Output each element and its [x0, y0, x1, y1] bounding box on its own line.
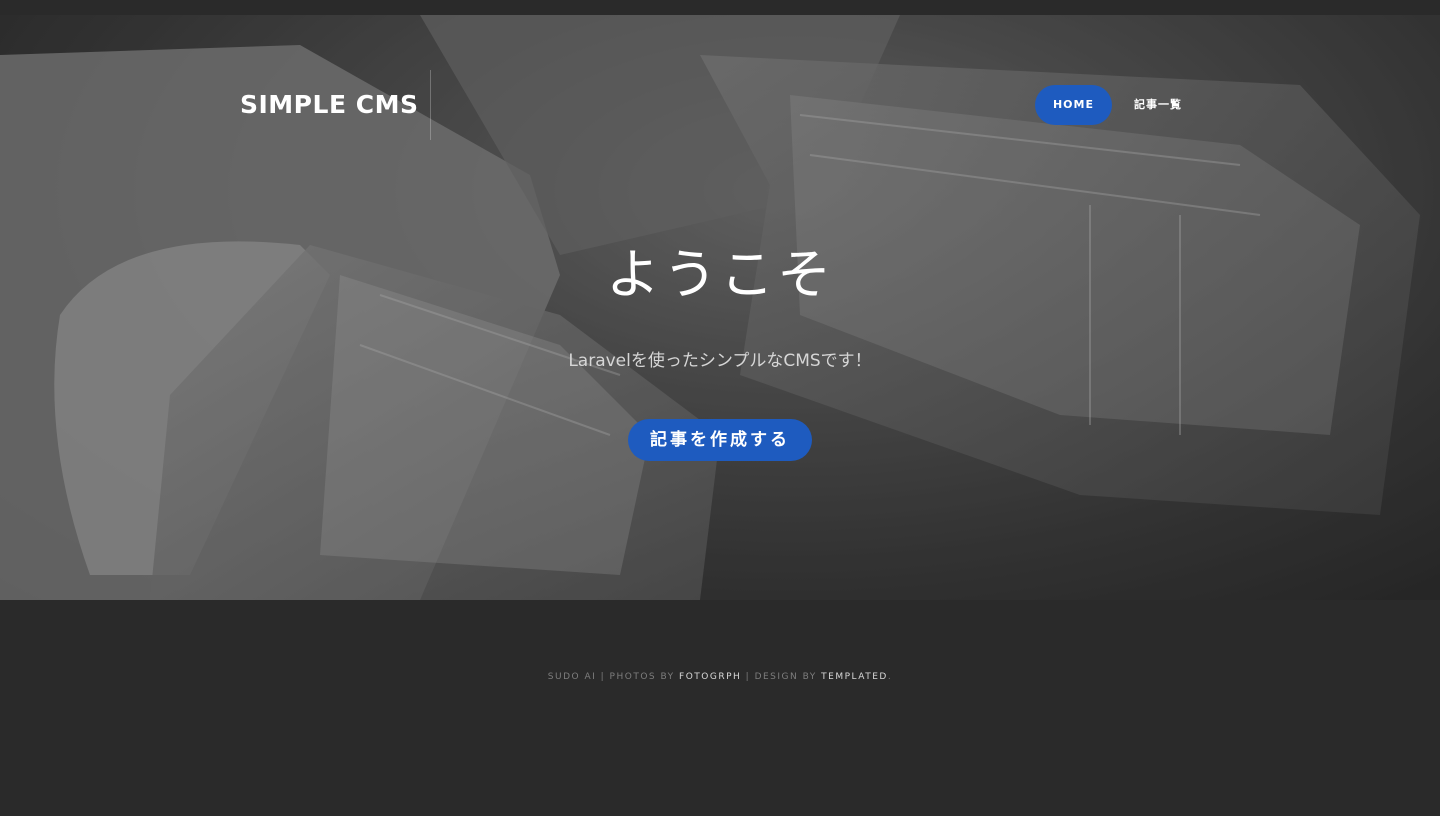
footer-period: . [887, 672, 893, 682]
footer-design-prefix: DESIGN BY [754, 672, 822, 682]
footer-design-link[interactable]: TEMPLATED [821, 672, 888, 682]
footer-separator: | [741, 672, 755, 682]
footer-separator: | [596, 672, 610, 682]
footer-photos-prefix: PHOTOS BY [609, 672, 680, 682]
top-strip [0, 0, 1440, 15]
footer-credits: SUDO AI | PHOTOS BY FOTOGRPH | DESIGN BY… [0, 672, 1440, 682]
hero-subtitle: Laravelを使ったシンプルなCMSです！ [568, 351, 872, 371]
footer-brand: SUDO AI [547, 672, 597, 682]
hero-content: ようこそ Laravelを使ったシンプルなCMSです！ 記事を作成する [0, 240, 1440, 461]
site-logo[interactable]: SIMPLE CMS [240, 70, 432, 140]
main-nav: HOME 記事一覧 [1034, 85, 1200, 125]
nav-item-home[interactable]: HOME [1034, 85, 1112, 125]
site-header: SIMPLE CMS HOME 記事一覧 [0, 70, 1440, 140]
create-article-button[interactable]: 記事を作成する [628, 419, 812, 461]
site-footer: SUDO AI | PHOTOS BY FOTOGRPH | DESIGN BY… [0, 600, 1440, 816]
hero-title: ようこそ [606, 243, 834, 306]
footer-photos-link[interactable]: FOTOGRPH [679, 672, 741, 682]
nav-item-articles[interactable]: 記事一覧 [1116, 85, 1200, 125]
